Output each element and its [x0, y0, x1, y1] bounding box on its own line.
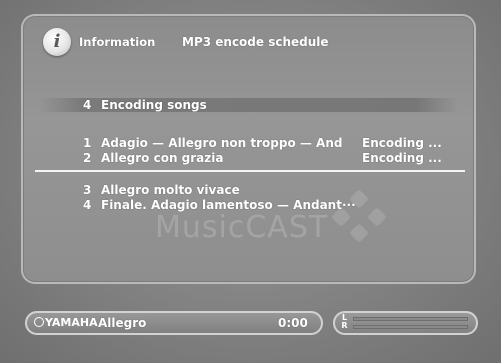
divider: [35, 170, 465, 172]
yamaha-logo-icon: [34, 317, 44, 327]
musiccast-watermark: MusicCAST: [155, 210, 329, 245]
item-number: 2: [83, 151, 92, 165]
header-label: Information: [79, 35, 156, 49]
item-title: Finale. Adagio lamentoso — Andant···: [101, 198, 356, 212]
item-number: 4: [83, 198, 92, 212]
item-number: 3: [83, 183, 92, 197]
meter-left-bar: [353, 317, 468, 321]
meter-right-label: R: [341, 321, 348, 330]
level-meter: [333, 311, 478, 335]
section-title: Encoding songs: [101, 98, 207, 112]
now-playing-track: Allegro: [98, 316, 147, 330]
meter-right-bar: [353, 325, 468, 329]
item-title: Allegro con grazia: [101, 151, 224, 165]
brand-label: YAMAHA: [45, 316, 98, 329]
meter-channel-labels: L R: [341, 314, 348, 330]
item-title: Allegro molto vivace: [101, 183, 240, 197]
item-title: Adagio — Allegro non troppo — And: [101, 136, 343, 150]
section-count: 4: [83, 98, 92, 112]
info-icon-glyph: i: [53, 31, 61, 52]
info-icon: i: [43, 28, 71, 56]
yamaha-logo: YAMAHA: [34, 316, 98, 329]
playback-time: 0:00: [278, 316, 308, 330]
page-title: MP3 encode schedule: [182, 35, 329, 49]
item-status: Encoding ...: [362, 151, 442, 165]
item-status: Encoding ...: [362, 136, 442, 150]
item-number: 1: [83, 136, 92, 150]
